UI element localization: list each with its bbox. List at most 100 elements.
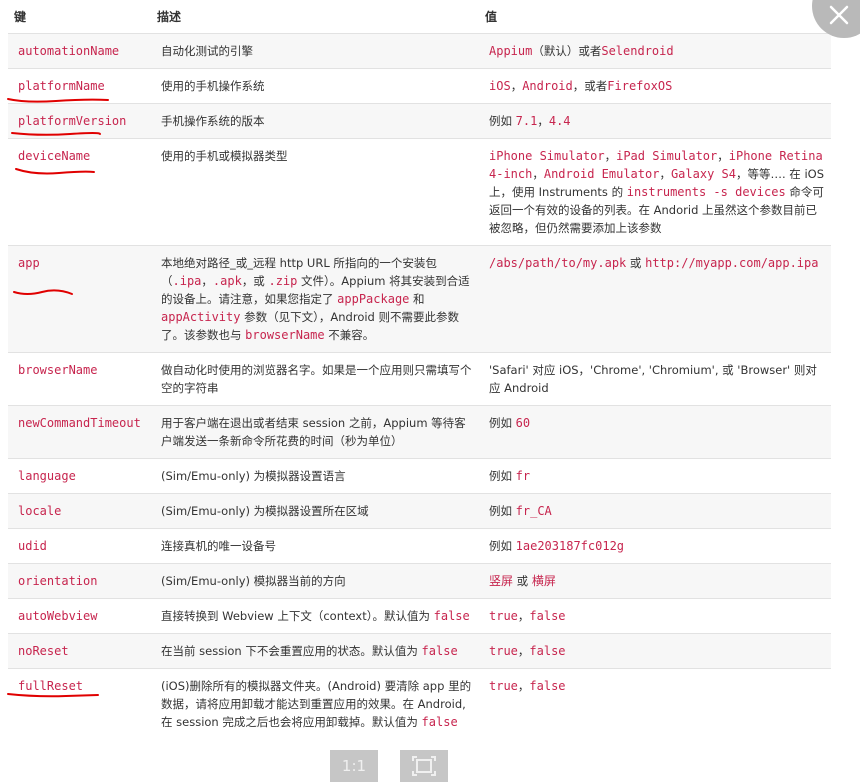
- plain-text: 'Safari' 对应 iOS，'Chrome', 'Chromium', 或 …: [489, 363, 817, 395]
- code-text: fr: [515, 469, 531, 483]
- code-text: false: [421, 715, 458, 729]
- plain-text: ，: [510, 79, 523, 93]
- capability-value: 例如 fr_CA: [479, 493, 831, 529]
- code-text: true: [489, 609, 518, 623]
- plain-text: 和: [409, 292, 425, 306]
- fit-screen-button[interactable]: [400, 750, 448, 782]
- table-row: orientation (Sim/Emu-only) 模拟器当前的方向 竖屏 或 横…: [8, 563, 831, 599]
- plain-text: 例如: [489, 504, 516, 518]
- plain-text: （默认）或者: [532, 44, 602, 58]
- table-row: udid 连接真机的唯一设备号 例如 1ae203187fc012g: [8, 528, 831, 564]
- capabilities-table: 键 描述 值 automationName 自动化测试的引擎 Appium（默认）或…: [8, 0, 831, 739]
- code-text: /abs/path/to/my.apk: [489, 256, 627, 270]
- zoom-actual-size-button[interactable]: 1:1: [330, 750, 378, 782]
- table-header-row: 键 描述 值: [8, 0, 831, 34]
- capability-description: (Sim/Emu-only) 为模拟器设置所在区域: [151, 493, 479, 529]
- capability-value: 例如 60: [479, 405, 831, 459]
- code-text: .ipa: [172, 274, 202, 288]
- code-text: appPackage: [337, 292, 410, 306]
- code-text: false: [529, 644, 566, 658]
- plain-text: ，或者: [572, 79, 608, 93]
- plain-text: ，: [659, 167, 671, 181]
- plain-text: 用于客户端在退出或者结束 session 之前，Appium 等待客户端发送一条…: [161, 416, 466, 448]
- header-value: 值: [485, 10, 498, 24]
- code-text: 60: [515, 416, 531, 430]
- plain-text: ，: [604, 149, 617, 163]
- code-text: false: [421, 644, 458, 658]
- capability-value: iPhone Simulator，iPad Simulator，iPhone R…: [479, 138, 831, 246]
- code-text: Galaxy S4: [670, 167, 736, 181]
- capability-value: true，false: [479, 598, 831, 634]
- code-text: instruments -s devices: [626, 185, 786, 199]
- table-row: automationName 自动化测试的引擎 Appium（默认）或者Selend…: [8, 33, 831, 69]
- table-row: app 本地绝对路径_或_远程 http URL 所指向的一个安装包（.ipa，.…: [8, 245, 831, 353]
- code-text: false: [529, 679, 566, 693]
- code-text: 横屏: [531, 574, 556, 588]
- capability-key: browserName: [8, 352, 151, 406]
- fit-screen-icon: [412, 756, 436, 776]
- capability-key: deviceName: [8, 138, 151, 246]
- table-row: browserName 做自动化时使用的浏览器名字。如果是一个应用则只需填写个空的…: [8, 352, 831, 406]
- plain-text: ，: [532, 167, 544, 181]
- capability-value: true，false: [479, 668, 831, 739]
- plain-text: 使用的手机操作系统: [161, 79, 265, 93]
- plain-text: 做自动化时使用的浏览器名字。如果是一个应用则只需填写个空的字符串: [161, 363, 472, 395]
- code-text: false: [433, 609, 470, 623]
- capability-value: Appium（默认）或者Selendroid: [479, 33, 831, 69]
- capability-value: 'Safari' 对应 iOS，'Chrome', 'Chromium', 或 …: [479, 352, 831, 406]
- table-row: locale (Sim/Emu-only) 为模拟器设置所在区域 例如 fr_CA: [8, 493, 831, 529]
- viewer-toolbar: 1:1: [330, 750, 470, 782]
- plain-text: 例如: [489, 416, 516, 430]
- capability-description: 连接真机的唯一设备号: [151, 528, 479, 564]
- capability-key: app: [8, 245, 151, 353]
- code-text: fr_CA: [515, 504, 552, 518]
- capability-value: /abs/path/to/my.apk 或 http://myapp.com/a…: [479, 245, 831, 353]
- code-text: appActivity: [161, 310, 241, 324]
- code-text: Android: [522, 79, 573, 93]
- code-text: true: [489, 679, 518, 693]
- code-text: false: [529, 609, 566, 623]
- capability-key: automationName: [8, 33, 151, 69]
- plain-text: (Sim/Emu-only) 模拟器当前的方向: [161, 574, 346, 588]
- capability-key: udid: [8, 528, 151, 564]
- capability-value: iOS，Android，或者FirefoxOS: [479, 68, 831, 104]
- plain-text: 自动化测试的引擎: [161, 44, 253, 58]
- capability-value: 例如 7.1，4.4: [479, 103, 831, 139]
- code-text: 1ae203187fc012g: [515, 539, 625, 553]
- table-row: fullReset (iOS)删除所有的模拟器文件夹。(Android) 要清除 …: [8, 668, 831, 739]
- plain-text: ，: [517, 609, 530, 623]
- capability-key: orientation: [8, 563, 151, 599]
- plain-text: 例如: [489, 469, 516, 483]
- code-text: 4.4: [548, 114, 571, 128]
- plain-text: ，: [537, 114, 549, 128]
- code-text: 7.1: [515, 114, 538, 128]
- capability-description: 本地绝对路径_或_远程 http URL 所指向的一个安装包（.ipa，.apk…: [151, 245, 479, 353]
- plain-text: 连接真机的唯一设备号: [161, 539, 276, 553]
- plain-text: 不兼容。: [324, 328, 375, 342]
- capability-description: (Sim/Emu-only) 为模拟器设置语言: [151, 458, 479, 494]
- zoom-label: 1:1: [341, 757, 367, 775]
- code-text: FirefoxOS: [607, 79, 673, 93]
- code-text: Appium: [489, 44, 533, 58]
- capability-key: platformName: [8, 68, 151, 104]
- plain-text: 或: [626, 256, 646, 270]
- capability-value: 例如 fr: [479, 458, 831, 494]
- table-row: language (Sim/Emu-only) 为模拟器设置语言 例如 fr: [8, 458, 831, 494]
- plain-text: ，: [717, 149, 729, 163]
- capability-value: true，false: [479, 633, 831, 669]
- capability-description: 用于客户端在退出或者结束 session 之前，Appium 等待客户端发送一条…: [151, 405, 479, 459]
- header-desc: 描述: [157, 10, 182, 24]
- table-row: platformVersion 手机操作系统的版本 例如 7.1，4.4: [8, 103, 831, 139]
- plain-text: 例如: [489, 114, 516, 128]
- plain-text: 使用的手机或模拟器类型: [161, 149, 288, 163]
- table-row: noReset 在当前 session 下不会重置应用的状态。默认值为 false…: [8, 633, 831, 669]
- code-text: iOS: [489, 79, 511, 93]
- plain-text: (Sim/Emu-only) 为模拟器设置所在区域: [161, 504, 369, 518]
- code-text: 竖屏: [489, 574, 514, 588]
- table-row: platformName 使用的手机操作系统 iOS，Android，或者Firef…: [8, 68, 831, 104]
- table-row: autoWebview 直接转换到 Webview 上下文（context）。默认…: [8, 598, 831, 634]
- capability-description: 做自动化时使用的浏览器名字。如果是一个应用则只需填写个空的字符串: [151, 352, 479, 406]
- code-text: Android Emulator: [543, 167, 660, 181]
- plain-text: ，: [517, 644, 530, 658]
- plain-text: ，: [517, 679, 530, 693]
